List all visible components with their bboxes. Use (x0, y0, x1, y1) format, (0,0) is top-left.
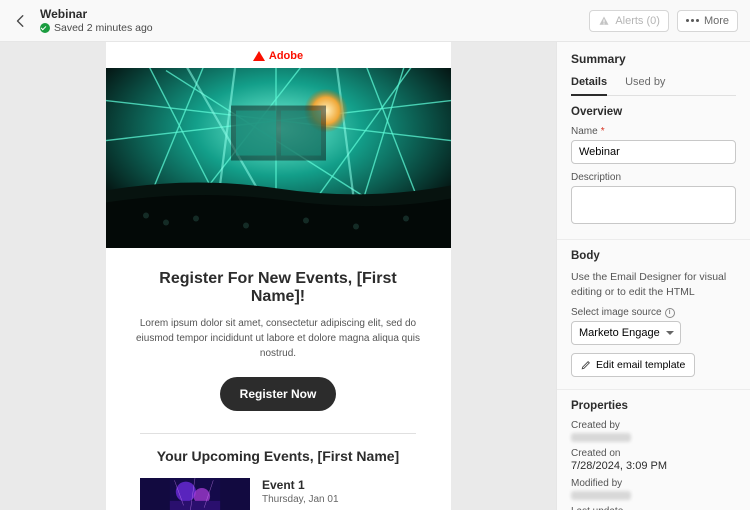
properties-section: Properties Created by Created on 7/28/20… (557, 390, 750, 510)
topbar: Webinar Saved 2 minutes ago Alerts (0) M… (0, 0, 750, 42)
hero-image (106, 68, 451, 248)
desc-field[interactable] (571, 186, 736, 224)
body-hint: Use the Email Designer for visual editin… (571, 270, 736, 299)
email-preview: Adobe (106, 42, 451, 510)
sidebar: Summary Details Used by Overview Name* D… (556, 42, 750, 510)
source-select[interactable] (571, 321, 681, 345)
register-button[interactable]: Register Now (220, 377, 337, 411)
name-field[interactable] (571, 140, 736, 164)
created-by-label: Created by (571, 420, 736, 431)
body-text: Lorem ipsum dolor sit amet, consectetur … (132, 316, 425, 361)
alert-icon (598, 15, 610, 27)
overview-section: Overview Name* Description (557, 96, 750, 240)
name-label: Name* (571, 126, 736, 137)
adobe-logo-icon (253, 51, 265, 61)
properties-heading: Properties (571, 400, 736, 412)
canvas: Adobe (0, 42, 556, 510)
title-block: Webinar Saved 2 minutes ago (40, 7, 581, 34)
page-title: Webinar (40, 7, 581, 21)
main: Adobe (0, 42, 750, 510)
summary-heading: Summary (571, 52, 736, 66)
saved-status: Saved 2 minutes ago (40, 22, 581, 34)
back-button[interactable] (12, 12, 30, 30)
upcoming-heading: Your Upcoming Events, [First Name] (157, 448, 399, 464)
event-title: Event 1 (262, 478, 339, 492)
event-date: Thursday, Jan 01 (262, 494, 339, 505)
created-by-value (571, 433, 631, 442)
pencil-icon (581, 360, 591, 370)
headline: Register For New Events, [First Name]! (132, 270, 425, 306)
modified-by-value (571, 491, 631, 500)
preview-content: Register For New Events, [First Name]! L… (106, 248, 451, 411)
source-label: Select image source i (571, 307, 736, 318)
created-on-value: 7/28/2024, 3:09 PM (571, 460, 736, 472)
event-info: Event 1 Thursday, Jan 01 (262, 478, 339, 505)
created-on-label: Created on (571, 448, 736, 459)
event-item: Event 1 Thursday, Jan 01 (140, 478, 416, 510)
overview-heading: Overview (571, 106, 736, 118)
tabs: Details Used by (571, 76, 736, 96)
alerts-button[interactable]: Alerts (0) (589, 10, 669, 32)
edit-template-button[interactable]: Edit email template (571, 353, 695, 377)
divider (140, 433, 416, 434)
check-icon (40, 23, 50, 33)
modified-by-label: Modified by (571, 478, 736, 489)
dots-icon (686, 19, 699, 22)
tab-used-by[interactable]: Used by (625, 76, 665, 95)
info-icon: i (665, 308, 675, 318)
brand: Adobe (253, 42, 303, 68)
more-button[interactable]: More (677, 10, 738, 32)
last-update-label: Last update (571, 506, 736, 510)
event-thumbnail (140, 478, 250, 510)
body-heading: Body (571, 250, 736, 262)
tab-details[interactable]: Details (571, 76, 607, 96)
body-section: Body Use the Email Designer for visual e… (557, 240, 750, 390)
desc-label: Description (571, 172, 736, 183)
